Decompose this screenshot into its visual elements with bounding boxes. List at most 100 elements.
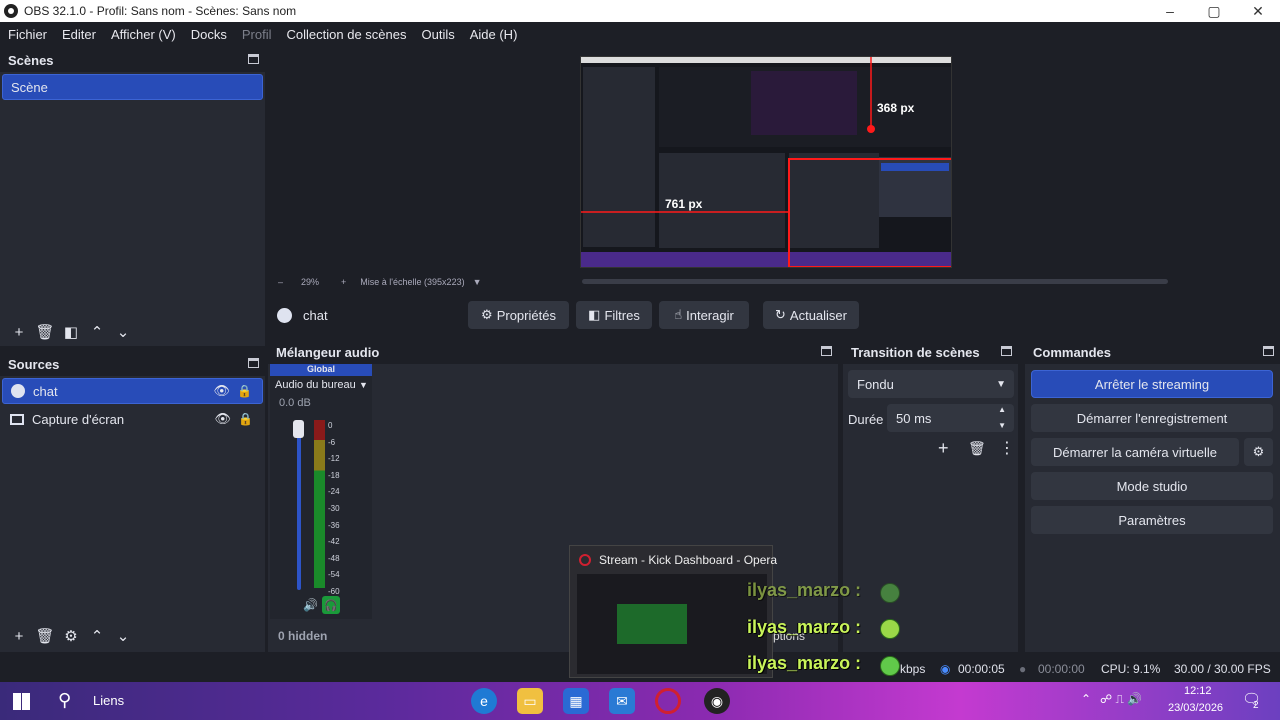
zoom-out-icon[interactable]: – (278, 277, 283, 287)
scene-filters-icon[interactable]: ◧ (58, 319, 84, 345)
remove-transition-icon[interactable]: 🗑 (968, 440, 986, 457)
stream-time: 00:00:05 (958, 661, 1005, 676)
obs-logo-icon (4, 4, 18, 18)
move-down-icon[interactable]: ⌄ (110, 319, 136, 345)
undock-icon[interactable] (248, 54, 259, 64)
studio-mode-button[interactable]: Mode studio (1031, 472, 1273, 500)
transition-panel: Transition de scènes Fondu ▼ Durée 50 ms… (843, 340, 1018, 652)
menu-bar: Fichier Editer Afficher (V) Docks Profil… (0, 22, 1280, 46)
scale-label: Mise à l'échelle (395x223) (360, 277, 465, 287)
menu-view[interactable]: Afficher (V) (103, 27, 183, 42)
more-options-icon[interactable]: ⋮ (999, 438, 1015, 458)
zoom-in-icon[interactable]: + (341, 277, 346, 287)
scale-dropdown-icon[interactable]: ▼ (473, 277, 482, 287)
interact-button[interactable]: ☝ Interagir (659, 301, 749, 329)
stop-streaming-button[interactable]: Arrêter le streaming (1031, 370, 1273, 398)
source-properties-icon[interactable]: ⚙ (58, 623, 84, 649)
settings-button[interactable]: Paramètres (1031, 506, 1273, 534)
windows-taskbar: ⚲ Liens ⌃ ☍ ⎍ 🔊 12:12 23/03/2026 🗨 2 (0, 682, 1280, 720)
source-item-chat[interactable]: chat 👁 🔒 (2, 378, 263, 404)
taskbar-preview-popup[interactable]: Stream - Kick Dashboard - Opera ptions (569, 545, 805, 678)
audio-mixer-header: Mélangeur audio (268, 340, 838, 364)
move-up-icon[interactable]: ⌃ (84, 319, 110, 345)
headphones-icon[interactable]: 🎧 (322, 596, 340, 614)
speaker-icon[interactable]: 🔊 (303, 598, 318, 612)
menu-scene-collection[interactable]: Collection de scènes (279, 27, 414, 42)
emote-icon (880, 656, 900, 676)
preview-image[interactable]: 368 px 761 px (580, 56, 952, 268)
undock-icon[interactable] (1263, 346, 1274, 356)
channel-dropdown[interactable]: Audio du bureau ▼ (270, 376, 372, 394)
remove-source-icon[interactable]: 🗑 (32, 623, 58, 649)
mail-icon[interactable]: ✉ (609, 688, 635, 714)
obs-taskbar-icon[interactable]: ◉ (704, 688, 730, 714)
lock-icon[interactable]: 🔒 (238, 412, 253, 426)
duration-input[interactable]: 50 ms ▲ ▼ (887, 404, 1014, 432)
meter-scale: 0 -6 -12 -18 -24 -30 -36 -42 -48 -54 -60 (328, 418, 358, 601)
minimize-button[interactable]: – (1148, 0, 1192, 22)
height-marker: 368 px (877, 101, 915, 115)
start-recording-button[interactable]: Démarrer l'enregistrement (1031, 404, 1273, 432)
menu-profile[interactable]: Profil (234, 27, 279, 42)
undock-icon[interactable] (248, 358, 259, 368)
filters-button-label: Filtres (604, 307, 640, 323)
eye-icon[interactable]: 👁 (213, 383, 230, 399)
hidden-count: 0 hidden (278, 629, 328, 643)
preview-scrollbar[interactable] (582, 279, 1168, 284)
bitrate-label: kbps (900, 661, 926, 676)
window-title: OBS 32.1.0 - Profil: Sans nom - Scènes: … (24, 4, 297, 18)
virtual-camera-button[interactable]: Démarrer la caméra virtuelle (1031, 438, 1239, 466)
zoom-level: 29% (301, 277, 320, 287)
menu-file[interactable]: Fichier (0, 27, 54, 42)
file-explorer-icon[interactable]: ▭ (517, 688, 543, 714)
meter-tick: -24 (328, 487, 340, 497)
store-icon[interactable]: ▦ (563, 688, 589, 714)
search-icon[interactable]: ⚲ (58, 690, 71, 711)
undock-icon[interactable] (821, 346, 832, 356)
windows-start-icon[interactable] (13, 693, 30, 710)
volume-slider-track[interactable] (297, 422, 301, 590)
add-transition-icon[interactable]: + (938, 438, 949, 459)
emote-icon (880, 583, 900, 603)
properties-button-label: Propriétés (496, 307, 556, 323)
menu-edit[interactable]: Editer (54, 27, 103, 42)
filters-button[interactable]: ◧ Filtres (576, 301, 652, 329)
pointer-icon: ☝ (674, 307, 683, 322)
volume-slider-handle[interactable] (293, 420, 304, 438)
maximize-button[interactable]: ▢ (1192, 0, 1236, 22)
menu-help[interactable]: Aide (H) (462, 27, 525, 42)
taskbar-search-label[interactable]: Liens (93, 693, 124, 708)
scene-item[interactable]: Scène (2, 74, 263, 100)
add-source-icon[interactable]: + (6, 623, 32, 649)
virtual-camera-settings-button[interactable]: ⚙ (1244, 438, 1273, 466)
menu-tools[interactable]: Outils (413, 27, 461, 42)
move-up-icon[interactable]: ⌃ (84, 623, 110, 649)
remove-scene-icon[interactable]: 🗑 (32, 319, 58, 345)
opera-taskbar-icon[interactable] (655, 688, 681, 714)
transition-select[interactable]: Fondu ▼ (848, 370, 1014, 398)
eye-icon[interactable]: 👁 (214, 411, 231, 427)
edge-icon[interactable]: e (471, 688, 497, 714)
preview-zoom-bar: – 29% + Mise à l'échelle (395x223) ▼ (270, 274, 1278, 290)
undock-icon[interactable] (1001, 346, 1012, 356)
fps-display: 30.00 / 30.00 FPS (1174, 661, 1271, 676)
spin-up-icon[interactable]: ▲ (998, 405, 1006, 414)
close-button[interactable]: ✕ (1236, 0, 1280, 22)
source-item-capture[interactable]: Capture d'écran 👁 🔒 (2, 406, 263, 432)
refresh-button[interactable]: ↻ Actualiser (763, 301, 859, 329)
streaming-icon: ◉ (940, 661, 951, 676)
spin-down-icon[interactable]: ▼ (998, 421, 1006, 430)
chevron-up-icon[interactable]: ⌃ (1081, 692, 1091, 706)
cpu-usage: CPU: 9.1% (1101, 661, 1161, 676)
properties-button[interactable]: ⚙ Propriétés (468, 301, 569, 329)
source-label: Capture d'écran (32, 411, 125, 427)
menu-docks[interactable]: Docks (183, 27, 234, 42)
move-down-icon[interactable]: ⌄ (110, 623, 136, 649)
chat-username: ilyas_marzo : (747, 653, 862, 673)
lock-icon[interactable]: 🔒 (237, 384, 252, 398)
duration-label: Durée (848, 412, 884, 427)
width-marker: 761 px (665, 197, 703, 211)
controls-header: Commandes (1025, 340, 1280, 364)
add-scene-icon[interactable]: + (6, 319, 32, 345)
tray-icons[interactable]: ☍ ⎍ 🔊 (1100, 692, 1142, 707)
